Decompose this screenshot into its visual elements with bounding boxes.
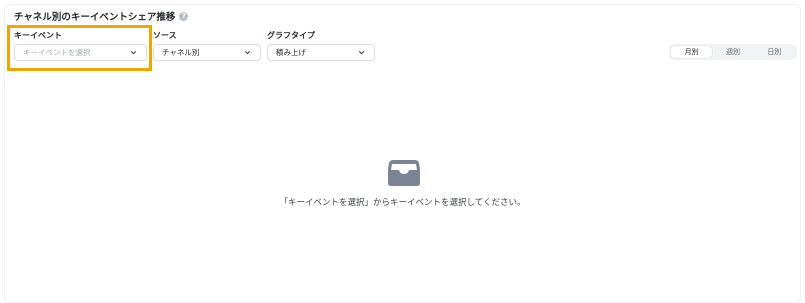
period-daily-button[interactable]: 日別 bbox=[754, 46, 795, 58]
chevron-down-icon bbox=[244, 51, 251, 55]
period-monthly-button[interactable]: 月別 bbox=[671, 46, 713, 58]
period-toggle: 月別 週別 日別 bbox=[669, 44, 797, 60]
graph-type-label: グラフタイプ bbox=[267, 31, 315, 40]
panel-title: チャネル別のキーイベントシェア推移 ? bbox=[14, 9, 189, 23]
chevron-down-icon bbox=[358, 51, 365, 55]
source-select[interactable]: チャネル別 bbox=[153, 44, 261, 61]
graph-type-select[interactable]: 積み上げ bbox=[267, 44, 375, 61]
source-value: チャネル別 bbox=[162, 48, 200, 57]
source-label: ソース bbox=[153, 31, 177, 40]
empty-state-message: 「キーイベントを選択」からキーイベントを選択してください。 bbox=[279, 198, 526, 208]
panel-title-text: チャネル別のキーイベントシェア推移 bbox=[14, 12, 176, 23]
period-weekly-button[interactable]: 週別 bbox=[712, 46, 753, 58]
inbox-tray-icon bbox=[388, 160, 420, 186]
graph-type-value: 積み上げ bbox=[276, 48, 306, 57]
help-icon[interactable]: ? bbox=[179, 11, 189, 21]
key-event-highlight bbox=[7, 25, 152, 71]
